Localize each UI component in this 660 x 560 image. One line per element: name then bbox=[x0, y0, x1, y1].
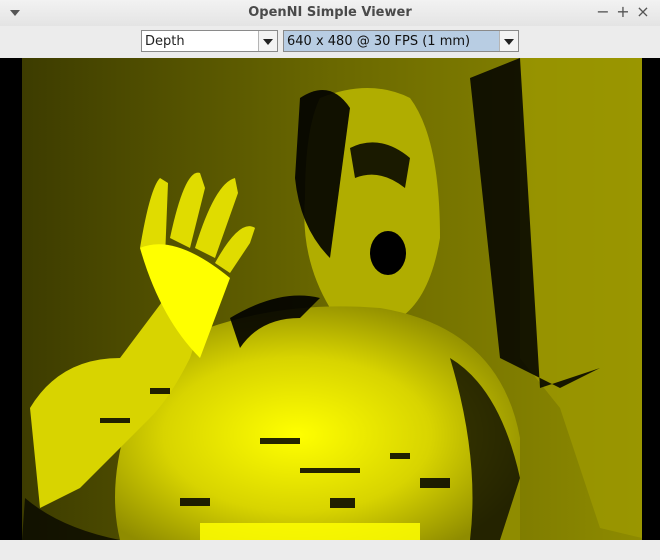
close-button[interactable]: × bbox=[634, 3, 652, 21]
maximize-button[interactable]: + bbox=[614, 3, 632, 21]
minimize-button[interactable]: − bbox=[594, 3, 612, 21]
depth-viewer bbox=[0, 58, 660, 540]
depth-image bbox=[0, 58, 642, 540]
status-bar bbox=[0, 540, 660, 560]
stream-type-select[interactable]: Depth bbox=[141, 30, 278, 52]
title-bar: OpenNI Simple Viewer − + × bbox=[0, 0, 660, 27]
video-mode-value: 640 x 480 @ 30 FPS (1 mm) bbox=[287, 34, 471, 49]
window-title: OpenNI Simple Viewer bbox=[248, 5, 412, 20]
app-window: OpenNI Simple Viewer − + × Depth 640 x 4… bbox=[0, 0, 660, 560]
stream-type-value: Depth bbox=[145, 34, 185, 49]
chevron-down-icon[interactable] bbox=[499, 31, 518, 51]
chevron-down-icon[interactable] bbox=[258, 31, 277, 51]
video-mode-select[interactable]: 640 x 480 @ 30 FPS (1 mm) bbox=[283, 30, 519, 52]
toolbar: Depth 640 x 480 @ 30 FPS (1 mm) bbox=[0, 26, 660, 58]
